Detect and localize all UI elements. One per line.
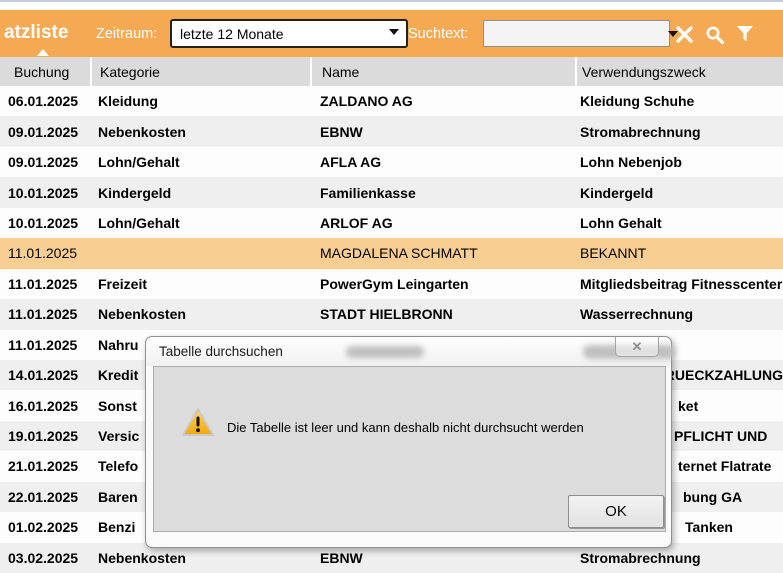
cell-buchung: 11.01.2025 xyxy=(8,275,78,292)
cell-name: MAGDALENA SCHMATT xyxy=(320,245,478,262)
table-row[interactable]: 09.01.2025 Lohn/Gehalt AFLA AG Lohn Nebenjo… xyxy=(0,146,783,178)
close-x-icon: ✕ xyxy=(631,338,643,354)
dialog-title: Tabelle durchsuchen xyxy=(159,344,283,359)
zeitraum-select[interactable]: letzte 12 Monate xyxy=(170,19,408,48)
clear-search-button[interactable] xyxy=(675,25,694,49)
cell-buchung: 21.01.2025 xyxy=(8,458,79,475)
cell-buchung: 09.01.2025 xyxy=(8,123,79,140)
cell-zweck: Lohn Nebenjob xyxy=(580,154,682,171)
suchtext-combobox[interactable] xyxy=(483,20,678,47)
table-row[interactable]: 11.01.2025 Nebenkosten STADT HIELBRONN Wass… xyxy=(0,299,783,330)
transaction-list-window: atzliste Zeitraum: letzte 12 Monate Such… xyxy=(0,0,783,573)
cell-name: EBNW xyxy=(320,123,363,140)
cell-buchung: 06.01.2025 xyxy=(8,93,79,110)
cell-name: STADT HIELBRONN xyxy=(320,306,453,323)
dialog-close-button[interactable]: ✕ xyxy=(615,337,659,357)
funnel-icon xyxy=(737,26,753,42)
cell-buchung: 10.01.2025 xyxy=(8,214,79,231)
app-header: atzliste Zeitraum: letzte 12 Monate Such… xyxy=(0,10,783,57)
zeitraum-selected-value: letzte 12 Monate xyxy=(180,25,284,42)
column-header-kategorie[interactable]: Kategorie xyxy=(90,57,310,86)
redacted-text xyxy=(346,346,424,358)
cell-buchung: 10.01.2025 xyxy=(8,184,79,201)
cell-buchung: 09.01.2025 xyxy=(8,154,79,171)
cell-kategorie: Lohn/Gehalt xyxy=(98,214,180,231)
cell-name: Familienkasse xyxy=(320,184,416,201)
column-header-name[interactable]: Name xyxy=(310,57,575,86)
cell-kategorie: Lohn/Gehalt xyxy=(98,154,180,171)
table-row[interactable]: 11.01.2025 MAGDALENA SCHMATT BEKANNT xyxy=(0,238,783,269)
search-dialog: Tabelle durchsuchen ✕ Die Tabelle ist le… xyxy=(145,336,675,548)
cell-name: ARLOF AG xyxy=(320,214,393,231)
magnifier-icon xyxy=(706,26,725,45)
cell-zweck: Mitgliedsbeitrag Fitnesscenter xyxy=(580,275,783,292)
cell-zweck: Kindergeld xyxy=(580,184,654,201)
table-row[interactable]: 06.01.2025 Kleidung ZALDANO AG Kleidung Sch… xyxy=(0,86,783,117)
cell-name: PowerGym Leingarten xyxy=(320,275,469,292)
cell-buchung: 19.01.2025 xyxy=(8,428,79,445)
cell-buchung: 16.01.2025 xyxy=(8,397,79,414)
table-row[interactable]: 10.01.2025 Lohn/Gehalt ARLOF AG Lohn Gehalt xyxy=(0,207,783,239)
dialog-message: Die Tabelle ist leer und kann deshalb ni… xyxy=(227,420,584,435)
suchtext-input[interactable] xyxy=(484,21,668,46)
cell-buchung: 03.02.2025 xyxy=(8,549,79,566)
dialog-titlebar[interactable]: Tabelle durchsuchen ✕ xyxy=(146,337,675,366)
zeitraum-label: Zeitraum: xyxy=(96,26,158,42)
sort-ascending-icon xyxy=(37,49,49,56)
column-header-buchung[interactable]: Buchung xyxy=(0,57,90,86)
cell-zweck: Stromabrechnung xyxy=(580,123,701,140)
page-title: atzliste xyxy=(4,22,69,43)
cell-kategorie: Nebenkosten xyxy=(98,123,186,140)
search-button[interactable] xyxy=(705,25,725,50)
cell-kategorie: Kleidung xyxy=(98,93,158,110)
cell-zweck: Kleidung Schuhe xyxy=(580,93,695,110)
cell-kategorie: Freizeit xyxy=(98,275,148,292)
column-header-verwendungszweck[interactable]: Verwendungszweck xyxy=(575,57,783,86)
cell-buchung: 14.01.2025 xyxy=(8,367,79,384)
dialog-content-panel: Die Tabelle ist leer und kann deshalb ni… xyxy=(153,366,666,532)
cell-buchung: 11.01.2025 xyxy=(8,306,78,323)
table-header-row: Buchung Kategorie Name Verwendungszweck xyxy=(0,57,783,86)
chevron-down-icon xyxy=(389,29,399,35)
warning-triangle-icon xyxy=(181,407,215,443)
cell-zweck: Lohn Gehalt xyxy=(580,214,662,231)
table-row[interactable]: 10.01.2025 Kindergeld Familienkasse Kinderg… xyxy=(0,177,783,208)
cell-buchung: 11.01.2025 xyxy=(8,336,78,353)
ok-button[interactable]: OK xyxy=(568,495,664,528)
cell-buchung: 01.02.2025 xyxy=(8,519,79,536)
filter-button[interactable] xyxy=(736,25,754,48)
cell-zweck: Wasserrechnung xyxy=(580,306,694,323)
cell-kategorie: Nebenkosten xyxy=(98,306,186,323)
table-row[interactable]: 11.01.2025 Freizeit PowerGym Leingarten Mit… xyxy=(0,268,783,300)
cell-zweck: BEKANNT xyxy=(580,245,647,262)
cell-name: ZALDANO AG xyxy=(320,93,413,110)
cell-kategorie xyxy=(90,238,310,268)
x-icon xyxy=(676,26,693,43)
cell-buchung: 22.01.2025 xyxy=(8,488,79,505)
table-row[interactable]: 09.01.2025 Nebenkosten EBNW Stromabrechnung xyxy=(0,116,783,147)
cell-kategorie: Kindergeld xyxy=(98,184,172,201)
cell-name: AFLA AG xyxy=(320,154,382,171)
cell-buchung: 11.01.2025 xyxy=(8,245,78,262)
suchtext-label: Suchtext: xyxy=(408,26,469,42)
